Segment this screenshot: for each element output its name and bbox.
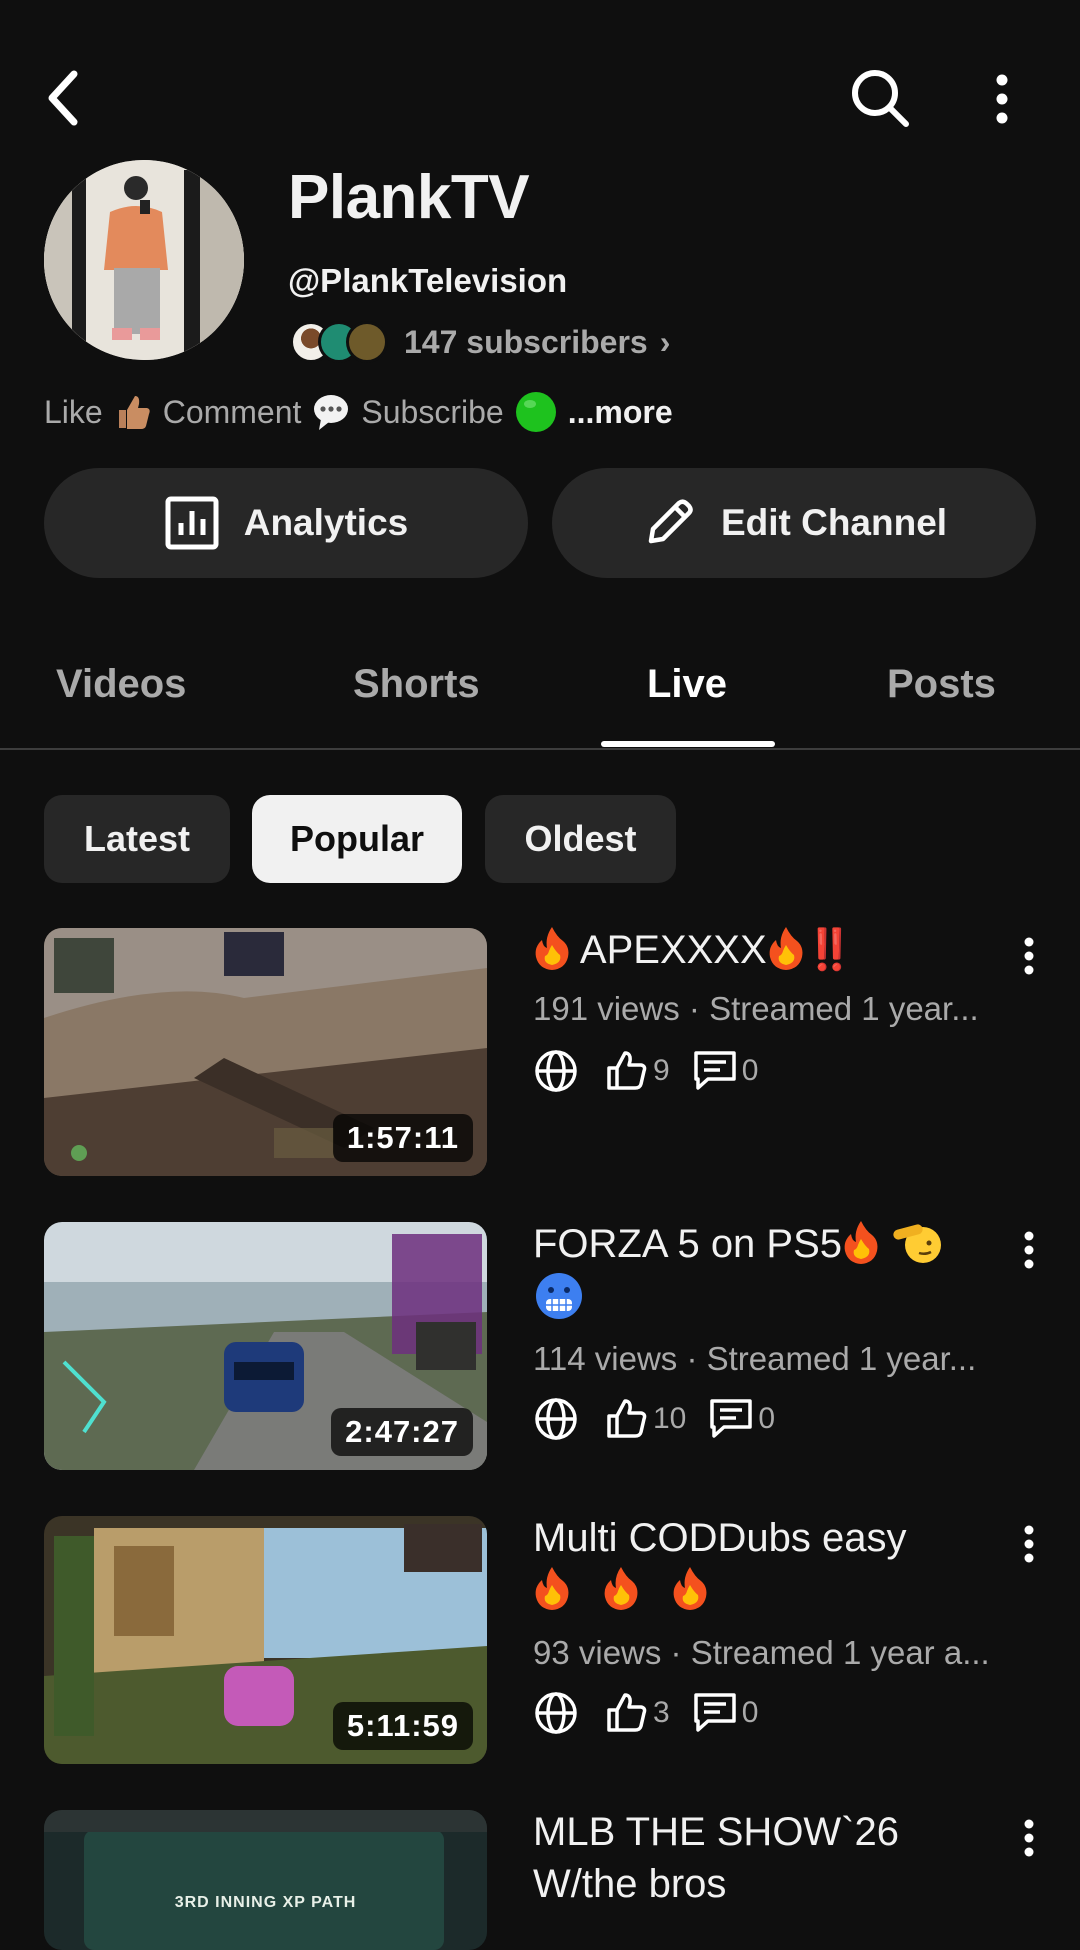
video-options-button[interactable]	[1014, 1524, 1044, 1564]
video-title-text: Multi CODDubs easy	[533, 1516, 907, 1560]
globe-icon	[535, 1692, 577, 1734]
subscribers-link[interactable]: 147 subscribers ›	[290, 318, 670, 366]
thumbs-up-icon	[607, 1399, 647, 1438]
video-thumbnail[interactable]: 5:11:59	[44, 1516, 487, 1764]
video-duration: 2:47:27	[331, 1408, 473, 1456]
video-title: FORZA 5 on PS5	[533, 1218, 1053, 1325]
double-exclamation-emoji: ‼️	[804, 927, 855, 973]
subscriber-avatar	[346, 321, 388, 363]
description-comment: Comment	[162, 393, 302, 430]
globe-icon	[535, 1398, 577, 1440]
like-count: 3	[653, 1696, 670, 1729]
comment-icon	[693, 1693, 736, 1732]
chevron-right-icon: ›	[659, 323, 671, 360]
cold-face-emoji-icon	[536, 1273, 582, 1319]
globe-icon	[535, 1050, 577, 1092]
video-duration: 1:57:11	[332, 1114, 473, 1162]
channel-description[interactable]: Like Comment Subscribe ...more	[44, 390, 673, 434]
like-count: 9	[653, 1054, 670, 1087]
like-count: 10	[653, 1402, 687, 1435]
pencil-icon	[648, 499, 693, 544]
search-icon	[852, 70, 909, 127]
video-item[interactable]: 5:11:59 Multi CODDubs easy 93 views · St…	[44, 1516, 1044, 1776]
video-options-button[interactable]	[1014, 936, 1044, 976]
video-meta: 191 views · Streamed 1 year...	[533, 990, 979, 1027]
back-arrow-icon	[48, 70, 78, 126]
edit-channel-label: Edit Channel	[720, 502, 948, 543]
video-duration: 5:11:59	[332, 1702, 473, 1750]
fire-emoji-icon	[602, 1565, 640, 1611]
more-vertical-icon	[1024, 1819, 1034, 1857]
fire-emoji-icon	[533, 1565, 571, 1611]
video-thumbnail[interactable]: 3RD INNING XP PATH	[44, 1810, 487, 1950]
video-thumbnail[interactable]: 2:47:27	[44, 1222, 487, 1470]
green-circle-emoji-icon	[515, 392, 556, 432]
fire-emoji-icon	[671, 1565, 709, 1611]
thumbs-up-emoji-icon	[118, 396, 150, 429]
video-title: APEXXXX ‼️	[533, 924, 1053, 976]
channel-name: PlankTV	[288, 163, 530, 232]
tab-videos[interactable]: Videos	[56, 662, 186, 707]
video-stats: 9 0	[533, 1048, 758, 1094]
video-title-text: APEXXXX	[579, 928, 767, 972]
more-vertical-icon	[996, 74, 1008, 124]
analytics-icon	[165, 496, 219, 550]
tab-posts[interactable]: Posts	[887, 662, 996, 707]
comment-count: 0	[758, 1402, 776, 1435]
video-thumbnail[interactable]: 1:57:11	[44, 928, 487, 1176]
description-like: Like	[44, 393, 103, 430]
fire-emoji-icon	[842, 1219, 880, 1265]
description-more[interactable]: ...more	[568, 394, 673, 431]
video-title: MLB THE SHOW`26 W/the bros	[533, 1810, 899, 1906]
more-options-button[interactable]	[990, 72, 1014, 126]
tab-shorts[interactable]: Shorts	[353, 662, 480, 707]
thumbnail-image	[44, 1810, 487, 1950]
edit-channel-button[interactable]: Edit Channel	[552, 468, 1036, 578]
comment-icon	[693, 1051, 736, 1090]
video-meta: 93 views · Streamed 1 year a...	[533, 1634, 990, 1671]
video-title: Multi CODDubs easy	[533, 1512, 1053, 1616]
filter-oldest[interactable]: Oldest	[485, 795, 676, 883]
thumbs-up-icon	[607, 1051, 647, 1090]
video-item[interactable]: 1:57:11 APEXXXX ‼️ 191 views · Streamed 1…	[44, 927, 1044, 1188]
avatar-image	[44, 160, 244, 360]
thumbnail-caption: 3RD INNING XP PATH	[174, 1894, 357, 1911]
speech-bubble-emoji-icon	[314, 395, 349, 430]
active-tab-indicator	[601, 741, 775, 747]
video-meta: 114 views · Streamed 1 year...	[533, 1340, 977, 1377]
video-stats: 10 0	[533, 1396, 775, 1442]
search-button[interactable]	[850, 68, 910, 128]
video-options-button[interactable]	[1014, 1230, 1044, 1270]
comment-icon	[710, 1399, 753, 1438]
saluting-face-emoji-icon	[893, 1224, 942, 1263]
channel-handle: @PlankTelevision	[288, 262, 568, 299]
analytics-button[interactable]: Analytics	[44, 468, 528, 578]
analytics-label: Analytics	[243, 502, 409, 543]
fire-emoji-icon	[533, 925, 571, 971]
video-item[interactable]: 2:47:27 FORZA 5 on PS5 114 views · Strea…	[44, 1222, 1044, 1482]
fire-emoji-icon	[767, 925, 805, 971]
more-vertical-icon	[1024, 1231, 1034, 1269]
thumbs-up-icon	[607, 1693, 647, 1732]
back-button[interactable]	[40, 66, 88, 130]
channel-tabs: Videos Shorts Live Posts	[0, 640, 1080, 750]
video-item[interactable]: 3RD INNING XP PATH MLB THE SHOW`26 W/the…	[44, 1810, 1044, 1950]
filter-popular[interactable]: Popular	[252, 795, 462, 883]
comment-count: 0	[741, 1696, 759, 1729]
channel-avatar[interactable]	[44, 160, 244, 360]
tab-live[interactable]: Live	[647, 662, 727, 707]
subscriber-count: 147 subscribers	[404, 323, 648, 360]
video-stats: 3 0	[533, 1690, 758, 1736]
comment-count: 0	[741, 1054, 759, 1087]
more-vertical-icon	[1024, 937, 1034, 975]
video-options-button[interactable]	[1014, 1818, 1044, 1858]
more-vertical-icon	[1024, 1525, 1034, 1563]
video-title-text: FORZA 5 on PS5	[533, 1222, 843, 1266]
description-subscribe: Subscribe	[361, 393, 504, 430]
filter-latest[interactable]: Latest	[44, 795, 230, 883]
